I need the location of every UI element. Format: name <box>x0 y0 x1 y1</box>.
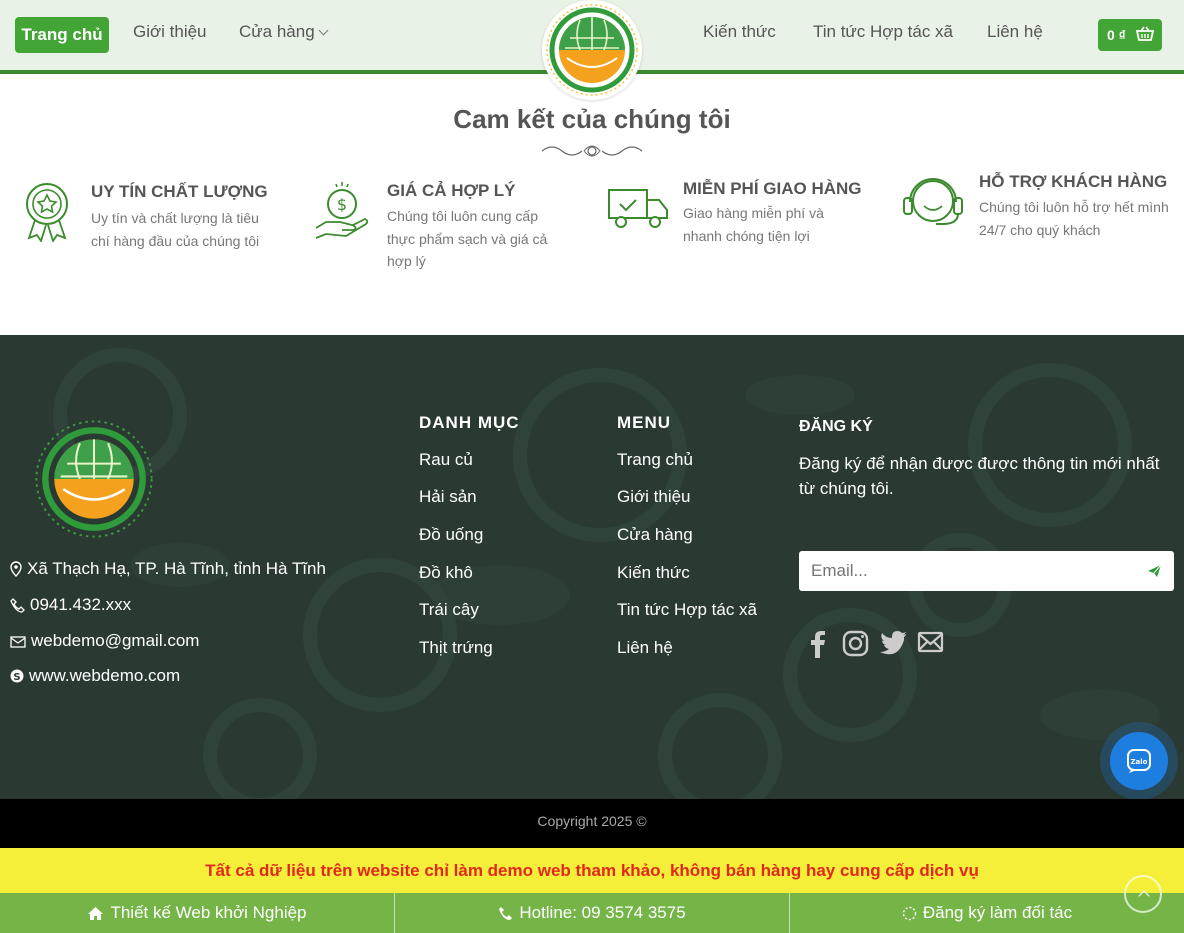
mail-icon[interactable] <box>917 630 944 654</box>
envelope-icon <box>10 636 26 648</box>
menu-link[interactable]: Kiến thức <box>617 563 690 583</box>
partner-label: Đăng ký làm đối tác <box>922 903 1073 922</box>
feature-title: HỖ TRỢ KHÁCH HÀNG <box>979 172 1168 191</box>
subscribe-heading: ĐĂNG KÝ <box>799 418 873 435</box>
zalo-icon: Zalo <box>1127 749 1151 773</box>
truck-icon <box>608 189 668 228</box>
contact-phone[interactable]: 0941.432.xxx <box>10 595 131 615</box>
email-input[interactable] <box>799 551 1119 591</box>
section-title: Cam kết của chúng tôi <box>453 104 731 134</box>
category-link[interactable]: Thịt trứng <box>419 638 493 658</box>
scroll-top-button[interactable] <box>1124 875 1162 913</box>
contact-email[interactable]: webdemo@gmail.com <box>10 631 199 651</box>
footer-logo <box>35 420 153 538</box>
zalo-icon-bg: Zalo <box>1110 732 1168 790</box>
cart-button[interactable]: 0 ₫ <box>1098 19 1162 51</box>
menu-link[interactable]: Cửa hàng <box>617 525 693 545</box>
zalo-chat-button[interactable]: Zalo <box>1100 722 1178 800</box>
home-icon <box>88 906 104 920</box>
skype-icon: S <box>10 669 24 683</box>
feature-desc: Giao hàng miễn phí và nhanh chóng tiện l… <box>683 205 824 244</box>
menu-link[interactable]: Giới thiệu <box>617 487 691 507</box>
category-link[interactable]: Trái cây <box>419 600 479 620</box>
nav-shop[interactable]: Cửa hàng <box>239 22 329 42</box>
nav-contact[interactable]: Liên hệ <box>987 22 1043 42</box>
feature-desc: Chúng tôi luôn hỗ trợ hết mình 24/7 cho … <box>979 199 1169 238</box>
phone-icon <box>10 597 25 613</box>
twitter-icon[interactable] <box>879 630 907 656</box>
instagram-icon[interactable] <box>842 630 869 657</box>
category-link[interactable]: Đồ khô <box>419 563 473 583</box>
cart-total: 0 ₫ <box>1107 27 1126 43</box>
category-link[interactable]: Hải sản <box>419 487 477 507</box>
website-text: www.webdemo.com <box>29 666 181 685</box>
demo-notice: Tất cả dữ liệu trên website chỉ làm demo… <box>0 848 1184 893</box>
address-text: Xã Thạch Hạ, TP. Hà Tĩnh, tỉnh Hà Tĩnh <box>27 559 326 578</box>
basket-icon <box>1136 26 1154 41</box>
subscribe-form <box>799 551 1174 591</box>
menu-link[interactable]: Trang chủ <box>617 450 693 470</box>
menu-link[interactable]: Tin tức Hợp tác xã <box>617 600 757 620</box>
category-link[interactable]: Đồ uống <box>419 525 483 545</box>
hand-money-icon: $ <box>315 182 369 239</box>
nav-about[interactable]: Giới thiệu <box>133 22 207 42</box>
subscribe-text: Đăng ký để nhận được được thông tin mới … <box>799 454 1160 498</box>
site-logo[interactable] <box>542 0 642 100</box>
nav-knowledge[interactable]: Kiến thức <box>703 22 776 42</box>
feature-title: MIỄN PHÍ GIAO HÀNG <box>683 179 862 198</box>
menu-link[interactable]: Liên hệ <box>617 638 673 658</box>
facebook-icon[interactable] <box>808 630 826 658</box>
contact-website[interactable]: S www.webdemo.com <box>10 666 180 686</box>
category-link[interactable]: Rau củ <box>419 450 473 470</box>
divider-ornament-icon <box>541 145 643 157</box>
design-link[interactable]: Thiết kế Web khởi Nghiệp <box>0 893 395 933</box>
feature-shipping: MIỄN PHÍ GIAO HÀNG Giao hàng miễn phí và… <box>607 178 877 248</box>
nav-home[interactable]: Trang chủ <box>15 17 109 53</box>
svg-text:S: S <box>13 672 20 683</box>
feature-desc: Uy tín và chất lượng là tiêu chí hàng đầ… <box>91 210 260 249</box>
svg-text:$: $ <box>337 195 347 214</box>
hotline-link[interactable]: Hotline: 09 3574 3575 <box>395 893 790 933</box>
send-icon[interactable] <box>1147 564 1162 578</box>
feature-support: HỖ TRỢ KHÁCH HÀNG Chúng tôi luôn hỗ trợ … <box>902 170 1182 240</box>
feature-desc: Chúng tôi luôn cung cấp thực phẩm sạch v… <box>387 208 548 269</box>
design-label: Thiết kế Web khởi Nghiệp <box>110 903 307 922</box>
feature-title: GIÁ CẢ HỢP LÝ <box>387 181 516 200</box>
feature-title: UY TÍN CHẤT LƯỢNG <box>91 182 268 201</box>
email-text: webdemo@gmail.com <box>31 631 200 650</box>
headset-icon <box>903 178 963 225</box>
phone-icon <box>499 906 513 920</box>
medal-star-icon <box>26 183 68 242</box>
spinner-icon <box>902 906 917 920</box>
categories-heading: DANH MỤC <box>419 413 520 432</box>
chevron-down-icon <box>318 25 329 36</box>
phone-text: 0941.432.xxx <box>30 595 132 614</box>
feature-price: $ GIÁ CẢ HỢP LÝ Chúng tôi luôn cung cấp … <box>314 180 584 275</box>
contact-address: Xã Thạch Hạ, TP. Hà Tĩnh, tỉnh Hà Tĩnh <box>10 559 326 579</box>
nav-shop-label: Cửa hàng <box>239 22 315 41</box>
bottom-action-bar: Thiết kế Web khởi Nghiệp Hotline: 09 357… <box>0 893 1184 933</box>
svg-text:Zalo: Zalo <box>1130 758 1147 766</box>
feature-quality: UY TÍN CHẤT LƯỢNG Uy tín và chất lượng l… <box>22 180 292 250</box>
site-footer: Xã Thạch Hạ, TP. Hà Tĩnh, tỉnh Hà Tĩnh 0… <box>0 335 1184 799</box>
copyright: Copyright 2025 © <box>0 799 1184 848</box>
map-pin-icon <box>10 561 22 577</box>
nav-news[interactable]: Tin tức Hợp tác xã <box>813 22 953 42</box>
hotline-label: Hotline: 09 3574 3575 <box>519 903 686 922</box>
menu-heading: MENU <box>617 413 672 432</box>
